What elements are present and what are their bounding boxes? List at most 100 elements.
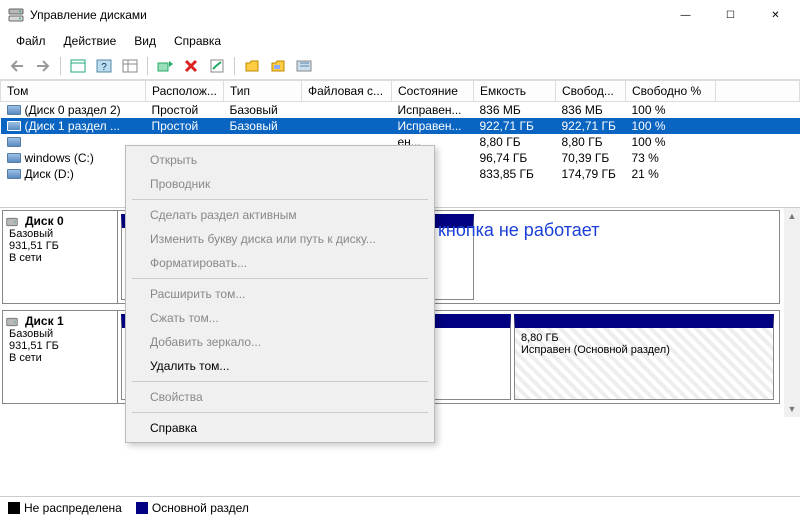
col-capacity[interactable]: Емкость: [474, 81, 556, 102]
cell: 836 МБ: [556, 102, 626, 119]
legend-item: Не распределена: [8, 501, 122, 515]
scrollbar[interactable]: ▲ ▼: [784, 208, 800, 417]
menu-action[interactable]: Действие: [56, 32, 125, 50]
disk-type: Базовый: [9, 228, 111, 240]
cell: [716, 150, 800, 166]
col-free[interactable]: Свобод...: [556, 81, 626, 102]
col-layout[interactable]: Располож...: [146, 81, 224, 102]
col-type[interactable]: Тип: [224, 81, 302, 102]
toolbar-settings-icon[interactable]: [293, 55, 315, 77]
disk-status: В сети: [9, 352, 111, 364]
menu-item[interactable]: Удалить том...: [126, 354, 434, 378]
menu-separator: [132, 381, 428, 382]
window-title: Управление дисками: [30, 8, 663, 22]
back-button[interactable]: [6, 55, 28, 77]
toolbar-separator: [60, 57, 61, 75]
table-row[interactable]: (Диск 0 раздел 2)ПростойБазовыйИсправен.…: [1, 102, 800, 119]
col-freepct[interactable]: Свободно %: [626, 81, 716, 102]
col-fs[interactable]: Файловая с...: [302, 81, 392, 102]
titlebar: Управление дисками — ☐ ✕: [0, 0, 800, 30]
volume-icon: [7, 153, 21, 163]
cell: 96,74 ГБ: [474, 150, 556, 166]
toolbar-refresh-icon[interactable]: [154, 55, 176, 77]
disk-icon: [6, 316, 18, 328]
disk-type: Базовый: [9, 328, 111, 340]
volume-name: Диск (D:): [25, 167, 74, 181]
minimize-button[interactable]: —: [663, 0, 708, 30]
menu-view[interactable]: Вид: [126, 32, 164, 50]
col-volume[interactable]: Том: [1, 81, 146, 102]
menu-item: Изменить букву диска или путь к диску...: [126, 227, 434, 251]
menu-item: Сделать раздел активным: [126, 203, 434, 227]
cell: 8,80 ГБ: [556, 134, 626, 150]
cell: 174,79 ГБ: [556, 166, 626, 182]
menu-item: Проводник: [126, 172, 434, 196]
cell: 8,80 ГБ: [474, 134, 556, 150]
scroll-down-icon[interactable]: ▼: [784, 401, 800, 417]
annotation-text: кнопка не работает: [438, 220, 599, 241]
menu-item: Расширить том...: [126, 282, 434, 306]
menu-item[interactable]: Справка: [126, 416, 434, 440]
cell: Базовый: [224, 102, 302, 119]
legend-item: Основной раздел: [136, 501, 249, 515]
menubar: Файл Действие Вид Справка: [0, 30, 800, 52]
scroll-track[interactable]: [784, 224, 800, 401]
volume-icon: [7, 105, 21, 115]
disk-size: 931,51 ГБ: [9, 240, 111, 252]
cell: [302, 118, 392, 134]
cell: 833,85 ГБ: [474, 166, 556, 182]
disk-name: Диск 0: [25, 214, 111, 228]
toolbar-folder-icon[interactable]: [241, 55, 263, 77]
cell: 70,39 ГБ: [556, 150, 626, 166]
menu-separator: [132, 412, 428, 413]
toolbar-view-icon[interactable]: [67, 55, 89, 77]
legend-label: Не распределена: [24, 501, 122, 515]
menu-item: Форматировать...: [126, 251, 434, 275]
cell: Исправен...: [392, 102, 474, 119]
menu-item: Сжать том...: [126, 306, 434, 330]
cell: Базовый: [224, 118, 302, 134]
disk-icon: [6, 216, 18, 228]
svg-text:?: ?: [101, 62, 107, 73]
maximize-button[interactable]: ☐: [708, 0, 753, 30]
close-button[interactable]: ✕: [753, 0, 798, 30]
legend-swatch: [8, 502, 20, 514]
cell: 836 МБ: [474, 102, 556, 119]
cell: Исправен...: [392, 118, 474, 134]
volume-icon: [7, 137, 21, 147]
disk-size: 931,51 ГБ: [9, 340, 111, 352]
menu-item: Добавить зеркало...: [126, 330, 434, 354]
menu-file[interactable]: Файл: [8, 32, 54, 50]
menu-separator: [132, 199, 428, 200]
cell: 100 %: [626, 102, 716, 119]
cell: [716, 118, 800, 134]
scroll-up-icon[interactable]: ▲: [784, 208, 800, 224]
toolbar-help-icon[interactable]: ?: [93, 55, 115, 77]
context-menu: ОткрытьПроводникСделать раздел активнымИ…: [125, 145, 435, 443]
cell: 100 %: [626, 118, 716, 134]
cell: Простой: [146, 118, 224, 134]
menu-separator: [132, 278, 428, 279]
toolbar-delete-icon[interactable]: [180, 55, 202, 77]
cell: 100 %: [626, 134, 716, 150]
toolbar-properties-icon[interactable]: [206, 55, 228, 77]
disk-name: Диск 1: [25, 314, 111, 328]
toolbar-separator: [234, 57, 235, 75]
menu-help[interactable]: Справка: [166, 32, 229, 50]
table-row[interactable]: (Диск 1 раздел ...ПростойБазовыйИсправен…: [1, 118, 800, 134]
cell: 73 %: [626, 150, 716, 166]
cell: [716, 134, 800, 150]
cell: 21 %: [626, 166, 716, 182]
disk-info: Диск 0Базовый931,51 ГБВ сети: [3, 211, 118, 303]
partition-size: 8,80 ГБ: [521, 332, 767, 344]
toolbar-folder2-icon[interactable]: [267, 55, 289, 77]
col-state[interactable]: Состояние: [392, 81, 474, 102]
toolbar-details-icon[interactable]: [119, 55, 141, 77]
cell: 922,71 ГБ: [474, 118, 556, 134]
volume-icon: [7, 121, 21, 131]
forward-button[interactable]: [32, 55, 54, 77]
col-rest: [716, 81, 800, 102]
cell: Простой: [146, 102, 224, 119]
partition[interactable]: 8,80 ГБИсправен (Основной раздел): [514, 314, 774, 400]
cell: [302, 102, 392, 119]
